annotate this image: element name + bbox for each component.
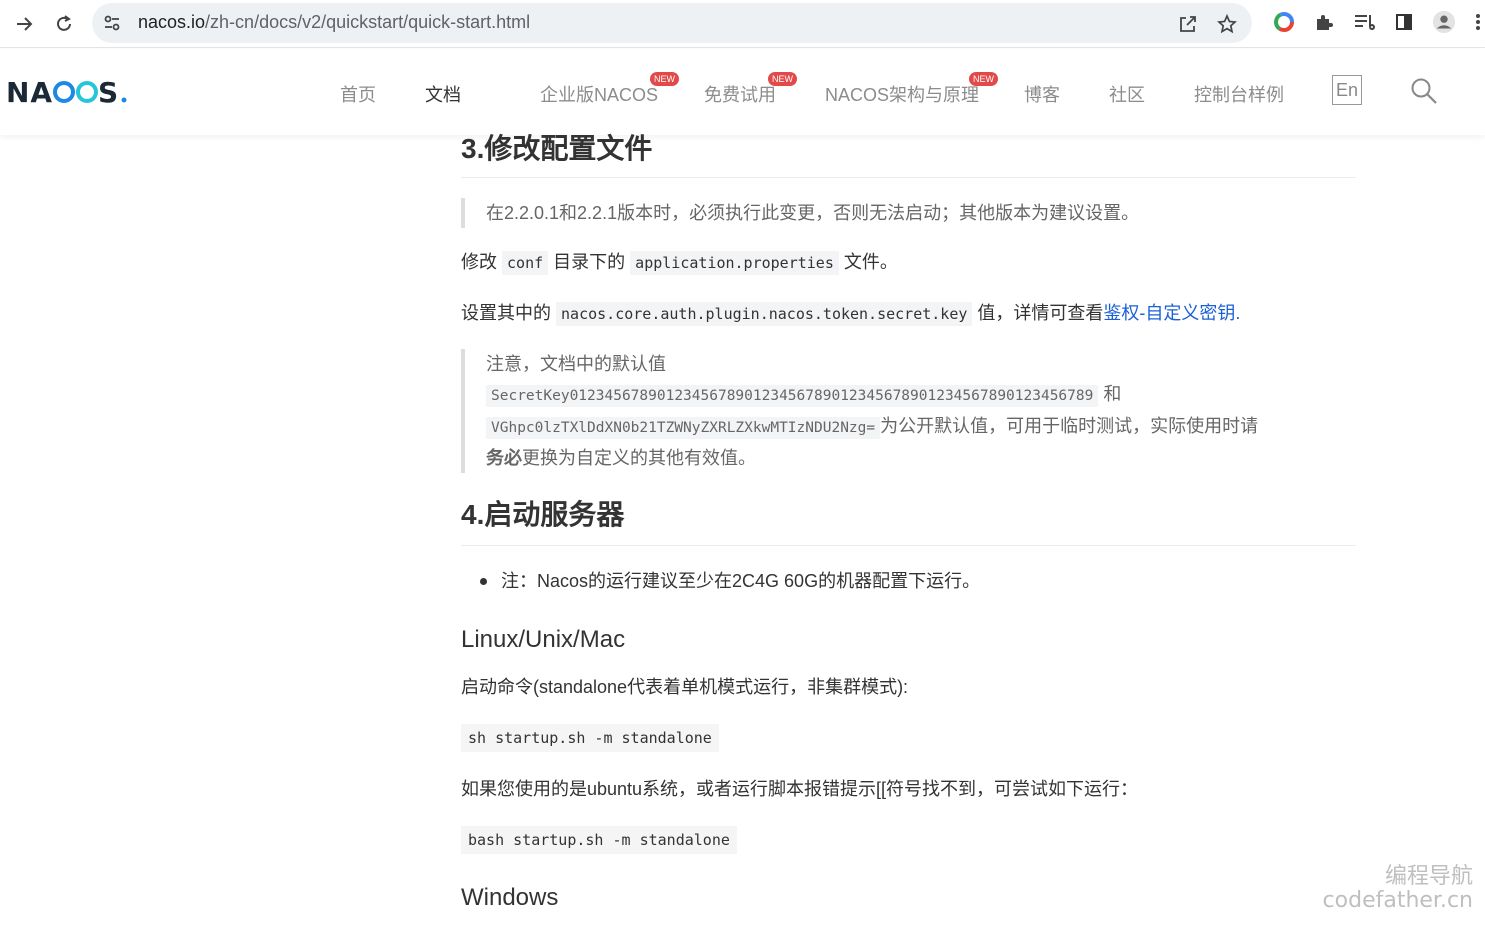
address-bar[interactable]: nacos.io/zh-cn/docs/v2/quickstart/quick-… [92, 3, 1252, 43]
nav-enterprise[interactable]: 企业版NACOS NEW [540, 72, 679, 107]
nacos-logo[interactable]: NA S [6, 76, 130, 108]
note-end: 更换为自定义的其他有效值。 [522, 448, 756, 468]
default-secret-key-code: SecretKey0123456789012345678901234567890… [486, 385, 1099, 407]
note-bold: 务必 [486, 448, 522, 468]
new-badge: NEW [969, 72, 998, 86]
browser-toolbar: nacos.io/zh-cn/docs/v2/quickstart/quick-… [0, 0, 1485, 48]
extension-color-icon[interactable] [1272, 10, 1296, 34]
search-icon[interactable] [1410, 77, 1438, 105]
share-icon[interactable] [1177, 13, 1199, 35]
version-note-quote: 在2.2.0.1和2.2.1版本时，必须执行此变更，否则无法启动；其他版本为建议… [461, 198, 1356, 228]
p2-text-b: 值，详情可查看 [977, 303, 1104, 323]
bash-command-code[interactable]: bash startup.sh -m standalone [461, 826, 737, 854]
p1-text-c: 文件。 [843, 252, 898, 272]
p2-text-c: . [1235, 303, 1241, 323]
nav-home[interactable]: 首页 [340, 81, 376, 107]
new-badge: NEW [768, 72, 797, 86]
ubuntu-desc: 如果您使用的是ubuntu系统，或者运行脚本报错提示[[符号找不到，可尝试如下运… [461, 779, 1139, 799]
site-header: NA S 首页 文档 企业版NACOS NEW 免费试用 NEW NACOS架构… [0, 49, 1485, 135]
cmd-block-1-wrap: sh startup.sh -m standalone [461, 724, 1356, 752]
nav-free-trial-label: 免费试用 [704, 85, 776, 105]
extensions-puzzle-icon[interactable] [1312, 10, 1336, 34]
linux-heading: Linux/Unix/Mac [461, 626, 626, 653]
profile-avatar-icon[interactable] [1432, 10, 1456, 34]
p1-text-a: 修改 [461, 252, 497, 272]
nav-enterprise-label: 企业版NACOS [540, 85, 659, 105]
bookmark-star-icon[interactable] [1216, 13, 1238, 35]
linux-start-desc: 启动命令(standalone代表着单机模式运行，非集群模式): [461, 677, 909, 697]
site-settings-icon[interactable] [102, 13, 122, 33]
secret-key-code: nacos.core.auth.plugin.nacos.token.secre… [556, 302, 973, 326]
note-line3: VGhpc0lzTXlDdXN0b21TZWNyZXRLZXkwMTIzNDU2… [486, 411, 1356, 443]
custom-key-link[interactable]: 鉴权-自定义密钥 [1103, 303, 1235, 323]
watermark-domain: codefather.cn [1322, 888, 1473, 913]
nav-architecture[interactable]: NACOS架构与原理 NEW [825, 72, 998, 107]
watermark-title: 编程导航 [1384, 864, 1473, 889]
note-line1: 注意，文档中的默认值 [486, 354, 666, 374]
reload-icon[interactable] [50, 10, 78, 38]
modify-conf-paragraph: 修改 conf 目录下的 application.properties 文件。 [461, 247, 1356, 278]
note-line4: 务必更换为自定义的其他有效值。 [486, 443, 1356, 473]
nav-blog[interactable]: 博客 [1024, 81, 1060, 107]
default-base64-key-code: VGhpc0lzTXlDdXN0b21TZWNyZXRLZXkwMTIzNDU2… [486, 417, 881, 439]
cmd-block-2-wrap: bash startup.sh -m standalone [461, 826, 1356, 854]
nav-docs[interactable]: 文档 [425, 81, 461, 107]
p2-text-a: 设置其中的 [461, 303, 551, 323]
more-menu-icon[interactable] [1472, 10, 1484, 34]
version-note-text: 在2.2.0.1和2.2.1版本时，必须执行此变更，否则无法启动；其他版本为建议… [486, 203, 1140, 223]
back-arrow-icon[interactable] [10, 10, 38, 38]
windows-heading: Windows [461, 884, 559, 911]
nav-free-trial[interactable]: 免费试用 NEW [704, 72, 797, 107]
url-text: nacos.io/zh-cn/docs/v2/quickstart/quick-… [138, 12, 531, 32]
default-key-warning-quote: 注意，文档中的默认值 SecretKey01234567890123456789… [461, 349, 1356, 473]
language-switch-button[interactable]: En [1332, 75, 1362, 105]
doc-content: 3.修改配置文件 在2.2.0.1和2.2.1版本时，必须执行此变更，否则无法启… [461, 133, 1356, 914]
conf-code: conf [502, 251, 549, 275]
side-panel-icon[interactable] [1392, 10, 1416, 34]
secret-key-paragraph: 设置其中的 nacos.core.auth.plugin.nacos.token… [461, 298, 1356, 329]
standalone-command-code[interactable]: sh startup.sh -m standalone [461, 724, 719, 752]
notes-list: 注：Nacos的运行建议至少在2C4G 60G的机器配置下运行。 [461, 566, 1356, 596]
nav-community[interactable]: 社区 [1109, 81, 1145, 107]
note-line2: SecretKey0123456789012345678901234567890… [486, 379, 1356, 411]
note-and: 和 [1103, 384, 1122, 404]
nav-architecture-label: NACOS架构与原理 [825, 85, 980, 105]
section-title-modify-config: 3.修改配置文件 [461, 131, 1356, 178]
nav-console-demo[interactable]: 控制台样例 [1194, 81, 1284, 107]
note-tail: 为公开默认值，可用于临时测试，实际使用时请 [880, 416, 1259, 436]
reading-list-icon[interactable] [1352, 10, 1376, 34]
p1-text-b: 目录下的 [553, 252, 626, 272]
list-item: 注：Nacos的运行建议至少在2C4G 60G的机器配置下运行。 [461, 566, 1356, 596]
svg-text:NA: NA [6, 76, 53, 108]
section-title-start-server: 4.启动服务器 [461, 495, 1356, 546]
application-properties-code: application.properties [630, 251, 839, 275]
new-badge: NEW [650, 72, 679, 86]
svg-text:S: S [98, 76, 118, 108]
